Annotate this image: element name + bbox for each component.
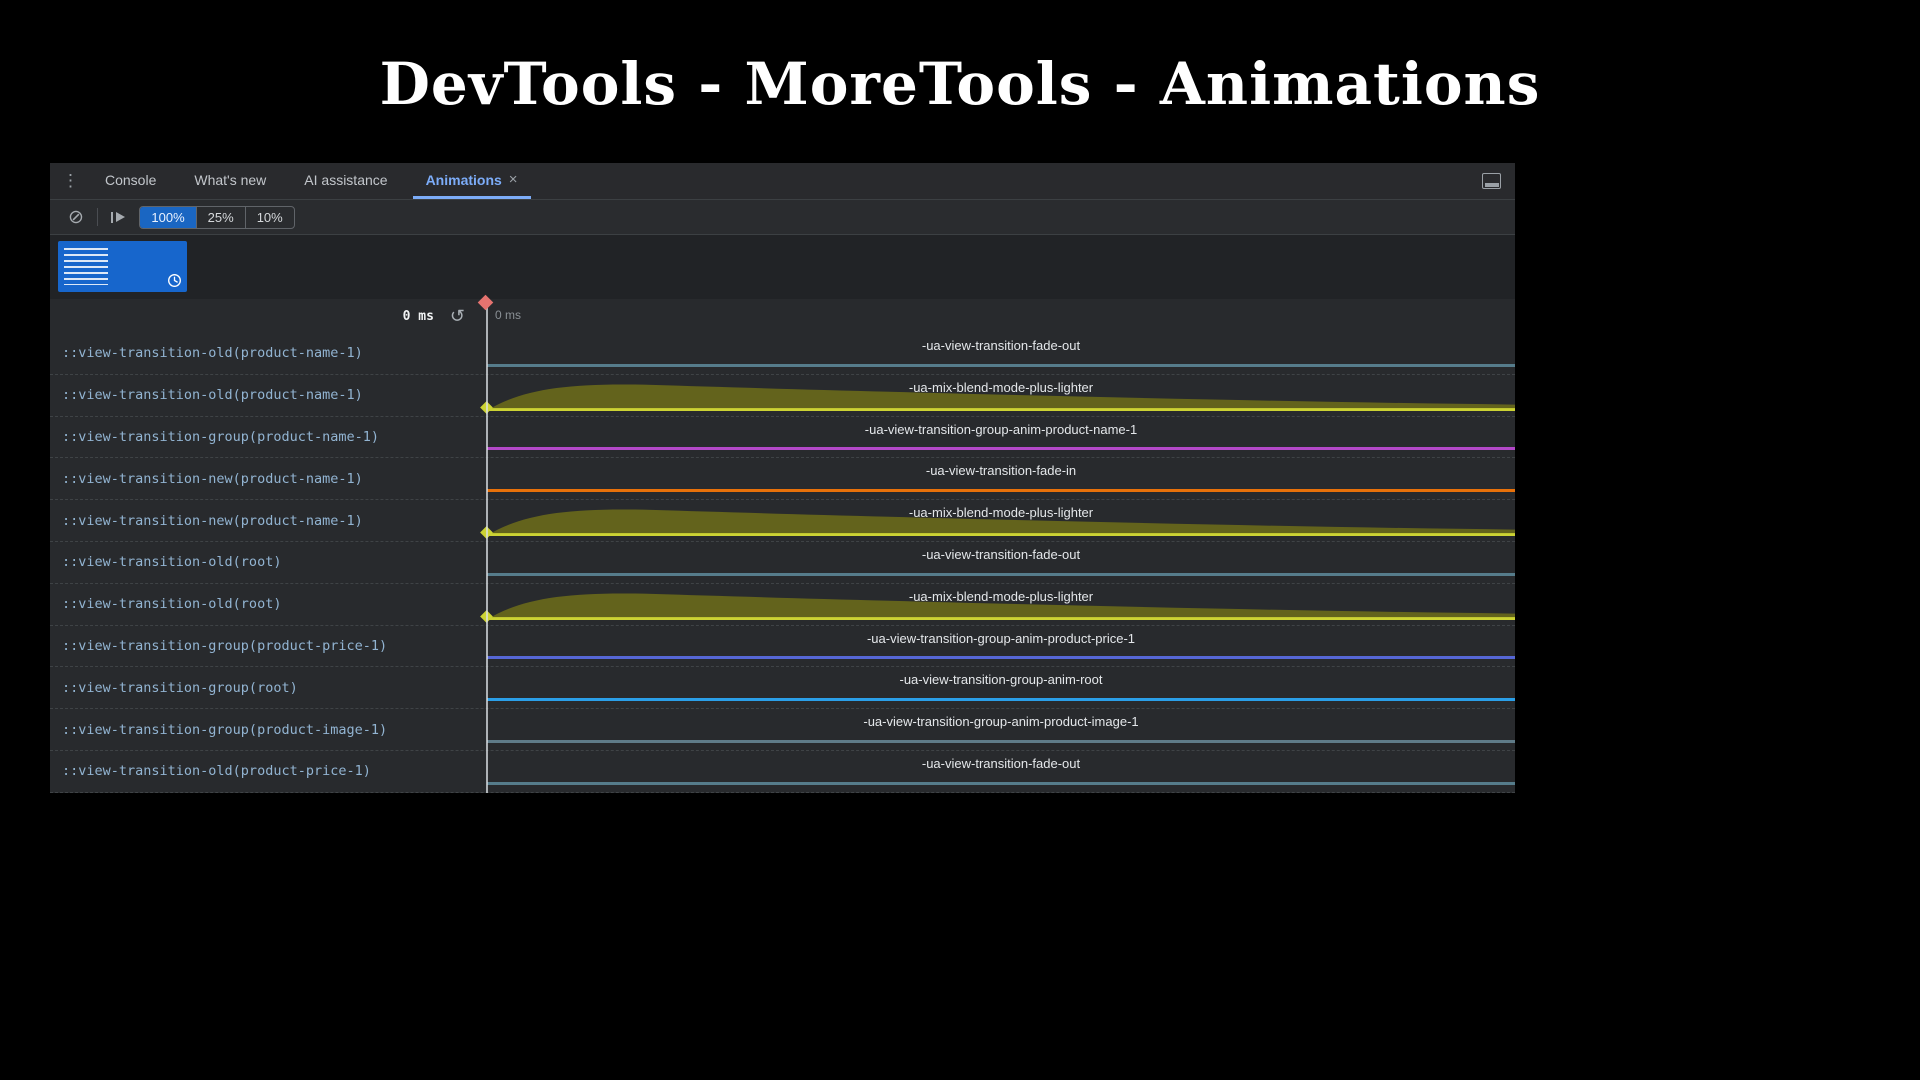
- tab-animations[interactable]: Animations ×: [413, 163, 531, 199]
- tab-label: What's new: [194, 172, 266, 188]
- rate-25-button[interactable]: 25%: [196, 207, 245, 228]
- tab-label: Animations: [426, 172, 502, 188]
- animation-line: [487, 698, 1515, 701]
- animation-row[interactable]: ::view-transition-old(product-name-1) -u…: [50, 375, 1515, 417]
- clock-icon: [167, 273, 182, 288]
- animation-name: -ua-view-transition-fade-out: [487, 756, 1515, 771]
- easing-curve: [487, 379, 1515, 411]
- animation-group-preview[interactable]: [58, 241, 187, 292]
- ruler-zero-label: 0 ms: [495, 308, 521, 322]
- animation-selector: ::view-transition-new(product-name-1): [50, 500, 487, 541]
- animation-track[interactable]: -ua-view-transition-fade-out: [487, 542, 1515, 583]
- tab-bar: ⋮ Console What's new AI assistance Anima…: [50, 163, 1515, 200]
- animation-line: [487, 364, 1515, 367]
- animation-track[interactable]: -ua-view-transition-group-anim-product-i…: [487, 709, 1515, 750]
- animation-name: -ua-view-transition-fade-out: [487, 338, 1515, 353]
- animation-line: [487, 656, 1515, 659]
- animation-selector: ::view-transition-old(product-price-1): [50, 751, 487, 792]
- playhead-line[interactable]: [486, 299, 488, 793]
- dock-side-icon-bar: [1485, 183, 1499, 187]
- animation-track[interactable]: -ua-view-transition-fade-out: [487, 333, 1515, 374]
- dock-side-icon[interactable]: [1482, 173, 1501, 189]
- tab-label: AI assistance: [304, 172, 387, 188]
- animation-row[interactable]: ::view-transition-old(root) -ua-mix-blen…: [50, 584, 1515, 626]
- animation-row[interactable]: ::view-transition-old(product-name-1) -u…: [50, 333, 1515, 375]
- animation-name: -ua-view-transition-group-anim-product-n…: [487, 422, 1515, 437]
- rate-100-button[interactable]: 100%: [140, 207, 195, 228]
- animation-name: -ua-view-transition-fade-out: [487, 547, 1515, 562]
- toolbar-divider: [97, 208, 98, 226]
- animation-selector: ::view-transition-old(product-name-1): [50, 375, 487, 416]
- animation-selector: ::view-transition-group(product-name-1): [50, 417, 487, 458]
- animation-rows: ::view-transition-old(product-name-1) -u…: [50, 333, 1515, 793]
- animation-row[interactable]: ::view-transition-old(product-price-1) -…: [50, 751, 1515, 793]
- timeline-controls: 0 ms ↺: [50, 307, 487, 325]
- animation-track[interactable]: -ua-view-transition-group-anim-product-p…: [487, 626, 1515, 667]
- animation-track[interactable]: -ua-mix-blend-mode-plus-lighter: [487, 584, 1515, 625]
- animation-selector: ::view-transition-group(root): [50, 667, 487, 708]
- animation-line: [487, 740, 1515, 743]
- animation-line: [487, 782, 1515, 785]
- animation-track[interactable]: -ua-view-transition-group-anim-product-n…: [487, 417, 1515, 458]
- tab-whats-new[interactable]: What's new: [181, 163, 279, 199]
- tab-ai-assistance[interactable]: AI assistance: [291, 163, 400, 199]
- close-tab-icon[interactable]: ×: [509, 171, 518, 188]
- replay-icon[interactable]: ↺: [450, 307, 465, 325]
- preview-text-lines: [64, 248, 108, 285]
- current-time-label: 0 ms: [403, 309, 434, 324]
- pause-bar: [111, 212, 114, 223]
- more-options-icon[interactable]: ⋮: [50, 163, 92, 199]
- tab-console[interactable]: Console: [92, 163, 169, 199]
- rate-10-button[interactable]: 10%: [245, 207, 294, 228]
- animation-selector: ::view-transition-group(product-image-1): [50, 709, 487, 750]
- animation-row[interactable]: ::view-transition-group(product-image-1)…: [50, 709, 1515, 751]
- animation-track[interactable]: -ua-view-transition-group-anim-root: [487, 667, 1515, 708]
- page-title: DevTools - MoreTools - Animations: [0, 50, 1920, 118]
- animation-selector: ::view-transition-old(product-name-1): [50, 333, 487, 374]
- animation-row[interactable]: ::view-transition-new(product-name-1) -u…: [50, 458, 1515, 500]
- animations-toolbar: ⊘ 100% 25% 10%: [50, 200, 1515, 235]
- animation-track[interactable]: -ua-mix-blend-mode-plus-lighter: [487, 500, 1515, 541]
- easing-curve: [487, 504, 1515, 536]
- animation-name: -ua-view-transition-group-anim-root: [487, 672, 1515, 687]
- animation-groups-strip: [50, 235, 1515, 299]
- animation-track[interactable]: -ua-mix-blend-mode-plus-lighter: [487, 375, 1515, 416]
- clear-all-icon[interactable]: ⊘: [68, 208, 84, 227]
- devtools-panel: ⋮ Console What's new AI assistance Anima…: [50, 163, 1515, 793]
- animation-name: -ua-view-transition-group-anim-product-p…: [487, 631, 1515, 646]
- animation-track[interactable]: -ua-view-transition-fade-in: [487, 458, 1515, 499]
- pause-resume-icon[interactable]: [111, 212, 126, 223]
- animation-selector: ::view-transition-group(product-price-1): [50, 626, 487, 667]
- timeline-header: 0 ms ↺ 0 ms: [50, 299, 1515, 333]
- animation-selector: ::view-transition-old(root): [50, 542, 487, 583]
- animation-selector: ::view-transition-new(product-name-1): [50, 458, 487, 499]
- tab-label: Console: [105, 172, 156, 188]
- tabbar-spacer: [543, 163, 1482, 199]
- animation-row[interactable]: ::view-transition-old(root) -ua-view-tra…: [50, 542, 1515, 584]
- animation-line: [487, 447, 1515, 450]
- easing-curve: [487, 588, 1515, 620]
- animation-track[interactable]: -ua-view-transition-fade-out: [487, 751, 1515, 792]
- animation-line: [487, 573, 1515, 576]
- animation-row[interactable]: ::view-transition-group(product-price-1)…: [50, 626, 1515, 668]
- animation-name: -ua-view-transition-group-anim-product-i…: [487, 714, 1515, 729]
- animation-name: -ua-view-transition-fade-in: [487, 463, 1515, 478]
- animation-row[interactable]: ::view-transition-new(product-name-1) -u…: [50, 500, 1515, 542]
- play-triangle: [116, 212, 125, 222]
- animation-line: [487, 489, 1515, 492]
- animation-selector: ::view-transition-old(root): [50, 584, 487, 625]
- animation-row[interactable]: ::view-transition-group(product-name-1) …: [50, 417, 1515, 459]
- animation-row[interactable]: ::view-transition-group(root) -ua-view-t…: [50, 667, 1515, 709]
- playback-rate-group: 100% 25% 10%: [139, 206, 294, 229]
